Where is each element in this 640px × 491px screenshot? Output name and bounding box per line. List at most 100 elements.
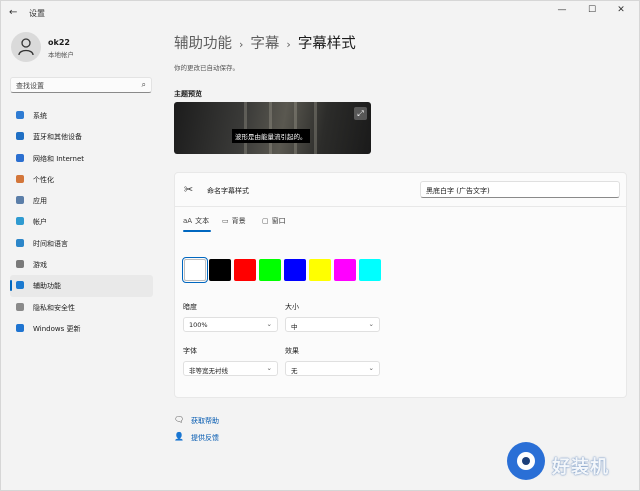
tab-label: 背景 [231,217,246,225]
profile-name: ok22 [48,38,70,47]
font-label: 字体 [183,347,197,355]
color-swatch[interactable] [284,259,306,281]
accessibility-icon [16,281,24,290]
text-icon: aA [183,217,193,225]
opacity-dropdown[interactable]: 100% ⌄ [183,317,278,332]
monitor-icon [16,111,24,119]
watermark-text: 好装机 [552,457,609,478]
window-icon: ▢ [262,217,269,225]
sidebar-item[interactable]: 隐私和安全性 [10,297,153,318]
tab-selected-indicator [183,230,211,232]
tab-label: 文本 [195,217,210,225]
back-arrow-icon[interactable]: ← [9,7,17,18]
sidebar-item-label: 应用 [33,197,47,206]
style-name-row: ✂ 命名字幕样式 黑底白字 (广告文字) [175,173,626,207]
caption-preview: 波形是由能量流引起的。 ⤢ [174,102,371,154]
style-name-field[interactable]: 黑底白字 (广告文字) [420,181,620,198]
breadcrumb-separator: › [239,38,244,51]
profile-account-type: 本地帐户 [48,51,74,59]
sidebar-item[interactable]: 系统 [10,105,153,126]
feedback-icon: 👤 [174,432,184,441]
window-title: 设置 [29,9,45,18]
sidebar-item[interactable]: 时间和语言 [10,233,153,254]
preview-decoration [314,102,317,154]
shield-icon [16,302,24,311]
edit-style-icon: ✂ [184,183,194,196]
sidebar-item[interactable]: Windows 更新 [10,318,153,339]
help-icon: 🗨 [174,415,185,424]
preview-caption: 波形是由能量流引起的。 [232,129,310,143]
chevron-down-icon: ⌄ [368,320,374,328]
breadcrumb-accessibility[interactable]: 辅助功能 [174,36,232,52]
close-button[interactable]: ✕ [610,5,632,19]
sidebar-item-label: 辅助功能 [33,282,61,291]
brush-icon [16,174,24,183]
size-value: 中 [291,323,298,331]
caption-style-card: ✂ 命名字幕样式 黑底白字 (广告文字) aA 文本 ▭ 背景 ▢ 窗口 暗度 100… [174,172,627,398]
gamepad-icon [16,260,24,269]
color-swatch[interactable] [309,259,331,281]
sidebar-item[interactable]: 网络和 Internet [10,148,153,169]
title-bar: ← 设置 — ☐ ✕ [1,1,639,25]
chevron-down-icon: ⌄ [266,364,272,372]
expand-icon[interactable]: ⤢ [354,107,367,120]
sidebar-item-label: 帐户 [33,218,47,227]
globe-icon [16,238,24,247]
breadcrumb-separator: › [286,38,291,51]
color-swatch[interactable] [234,259,256,281]
bluetooth-icon [16,132,24,141]
network-icon [16,153,24,162]
sidebar-item[interactable]: 帐户 [10,211,153,232]
search-input[interactable]: 查找设置 ⌕ [10,77,152,93]
background-icon: ▭ [222,217,229,225]
tab-window[interactable]: ▢ 窗口 [262,216,286,226]
sidebar-item-label: 网络和 Internet [33,154,85,163]
sidebar-item-label: 游戏 [33,261,47,270]
user-icon [18,38,34,56]
preview-decoration [244,102,247,154]
get-help-label[interactable]: 获取帮助 [191,416,219,426]
effect-label: 效果 [285,347,299,355]
style-name-label: 命名字幕样式 [207,187,249,195]
sidebar-item[interactable]: 个性化 [10,169,153,190]
minimize-button[interactable]: — [551,5,573,19]
sidebar-item-label: Windows 更新 [33,324,81,333]
sidebar-item-label: 隐私和安全性 [33,303,75,312]
color-swatch[interactable] [334,259,356,281]
watermark-logo [507,442,545,480]
font-dropdown[interactable]: 非等宽无衬线 ⌄ [183,361,278,376]
sidebar-item-label: 个性化 [33,175,54,184]
color-swatch[interactable] [209,259,231,281]
preview-decoration [294,102,297,154]
avatar[interactable] [11,32,41,62]
effect-dropdown[interactable]: 无 ⌄ [285,361,380,376]
breadcrumb-captions[interactable]: 字幕 [250,36,279,52]
size-dropdown[interactable]: 中 ⌄ [285,317,380,332]
maximize-button[interactable]: ☐ [581,5,603,19]
chevron-down-icon: ⌄ [266,320,272,328]
sidebar-item[interactable]: 应用 [10,190,153,211]
sidebar-item[interactable]: 蓝牙和其他设备 [10,126,153,147]
color-swatch[interactable] [182,257,208,283]
breadcrumb: 辅助功能 › 字幕 › 字幕样式 [174,32,356,53]
search-placeholder: 查找设置 [16,82,44,90]
sidebar-item-label: 时间和语言 [33,239,68,248]
size-label: 大小 [285,303,299,311]
chevron-down-icon: ⌄ [368,364,374,372]
page-title: 字幕样式 [297,36,356,52]
preview-title: 主题预览 [174,90,202,98]
color-swatch[interactable] [259,259,281,281]
person-icon [16,217,24,226]
tab-background[interactable]: ▭ 背景 [222,216,246,226]
color-swatch[interactable] [359,259,381,281]
preview-decoration [269,102,272,154]
settings-window: ← 设置 — ☐ ✕ ok22 本地帐户 查找设置 ⌕ 系统蓝牙和其他设备网络和… [0,0,640,491]
sidebar-item-label: 系统 [33,112,47,120]
sidebar-item[interactable]: 辅助功能 [10,275,153,297]
font-value: 非等宽无衬线 [189,367,228,375]
tab-text[interactable]: aA 文本 [183,216,209,226]
apps-icon [16,196,24,205]
sidebar-item[interactable]: 游戏 [10,254,153,275]
feedback-label[interactable]: 提供反馈 [191,433,219,443]
opacity-value: 100% [189,321,208,329]
